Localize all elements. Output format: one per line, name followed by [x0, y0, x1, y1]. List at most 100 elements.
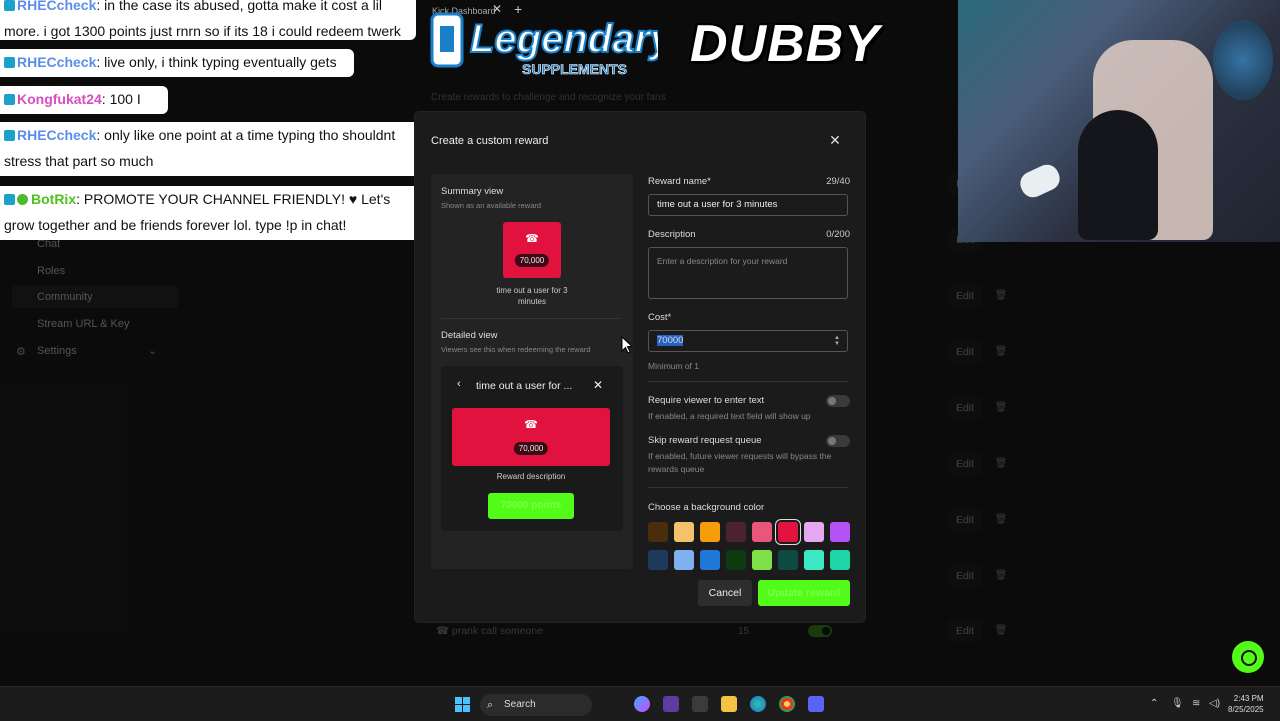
reward-cost-pill: 70,000 — [514, 254, 550, 267]
color-swatch[interactable] — [778, 550, 798, 570]
divider — [648, 381, 848, 382]
chat-username[interactable]: RHECcheck — [17, 54, 96, 70]
taskbar-search-label: Search — [504, 699, 536, 710]
chat-message: BotRix: PROMOTE YOUR CHANNEL FRIENDLY! ♥… — [0, 186, 430, 240]
cost-hint: Minimum of 1 — [648, 361, 700, 371]
chevron-up-icon[interactable]: ⌃ — [1150, 698, 1158, 709]
phone-icon: ☎ — [525, 233, 539, 245]
description-label: Description — [648, 229, 696, 240]
detailed-view-subtitle: Viewers see this when redeeming the rewa… — [441, 345, 591, 354]
color-swatch[interactable] — [804, 522, 824, 542]
taskbar: ⌕ Search ⌃ 🎙 ≋ ◁) 2:43 PM 8/25/2025 — [0, 686, 1280, 721]
chat-message: RHECcheck: live only, i think typing eve… — [0, 49, 354, 96]
color-swatch[interactable] — [726, 522, 746, 542]
clock-date: 8/25/2025 — [1228, 705, 1264, 714]
cost-label: Cost* — [648, 312, 672, 323]
color-swatch[interactable] — [700, 522, 720, 542]
subscriber-badge-icon — [4, 130, 15, 141]
reward-description-preview: Reward description — [496, 472, 566, 481]
reward-preview-panel: Summary view Shown as an available rewar… — [431, 174, 633, 569]
search-icon: ⌕ — [487, 699, 494, 711]
description-counter: 0/200 — [826, 229, 850, 240]
color-swatch[interactable] — [752, 550, 772, 570]
skip-queue-label: Skip reward request queue — [648, 435, 762, 446]
color-swatch[interactable] — [778, 522, 798, 542]
color-swatch[interactable] — [804, 550, 824, 570]
require-text-label: Require viewer to enter text — [648, 395, 765, 406]
color-swatch[interactable] — [648, 522, 668, 542]
subscriber-badge-icon — [4, 94, 15, 105]
windows-start-icon[interactable] — [455, 697, 470, 712]
wifi-icon[interactable]: ≋ — [1192, 698, 1200, 709]
chat-username[interactable]: RHECcheck — [17, 0, 96, 13]
support-chat-icon[interactable] — [1232, 641, 1264, 673]
color-swatch[interactable] — [674, 522, 694, 542]
verified-badge-icon — [17, 194, 28, 205]
detailed-preview: ‹ time out a user for ... ✕ ☎ 70,000 Rew… — [441, 366, 623, 531]
clock-time: 2:43 PM — [1233, 694, 1264, 703]
reward-name-counter: 29/40 — [826, 176, 850, 187]
background-color-label: Choose a background color — [648, 502, 765, 513]
color-swatch[interactable] — [830, 550, 850, 570]
color-swatch[interactable] — [726, 550, 746, 570]
reward-name-input[interactable]: time out a user for 3 minutes — [648, 194, 848, 216]
subscriber-badge-icon — [4, 57, 15, 68]
subscriber-badge-icon — [4, 0, 15, 11]
chat-message: RHECcheck: only like one point at a time… — [0, 122, 430, 176]
cost-input[interactable]: 70000 ▲ ▼ — [648, 330, 848, 352]
app-icon[interactable] — [692, 696, 708, 712]
webcam-feed — [958, 0, 1280, 242]
cost-value: 70000 — [657, 335, 684, 346]
cancel-button[interactable]: Cancel — [698, 580, 752, 606]
chat-username[interactable]: RHECcheck — [17, 127, 96, 143]
redeem-points-button: 70000 points — [488, 493, 574, 519]
color-swatch[interactable] — [674, 550, 694, 570]
description-textarea[interactable]: Enter a description for your reward — [648, 247, 848, 299]
summary-reward-card: ☎ 70,000 — [503, 222, 561, 278]
update-reward-button[interactable]: Update reward — [758, 580, 850, 606]
legendary-logo-text: Legendary — [470, 17, 658, 61]
summary-view-heading: Summary view — [441, 186, 504, 197]
copilot-icon[interactable] — [634, 696, 650, 712]
edge-icon[interactable] — [750, 696, 766, 712]
divider — [441, 318, 621, 319]
color-swatch[interactable] — [830, 522, 850, 542]
stepper-icon[interactable]: ▲ ▼ — [834, 335, 840, 347]
skip-queue-toggle[interactable] — [826, 435, 850, 447]
chrome-icon[interactable] — [779, 696, 795, 712]
teams-icon[interactable] — [663, 696, 679, 712]
lamp-glow — [1213, 20, 1273, 100]
skip-queue-hint: If enabled, future viewer requests will … — [648, 451, 832, 474]
dubby-logo: DUBBY — [690, 15, 880, 73]
chat-message: Kongfukat24: 100 I think — [0, 86, 168, 133]
taskbar-search[interactable]: ⌕ Search — [480, 694, 592, 716]
color-swatch[interactable] — [752, 522, 772, 542]
discord-icon[interactable] — [808, 696, 824, 712]
divider — [648, 487, 848, 488]
legendary-supplements-logo: Legendary SUPPLEMENTS — [430, 12, 658, 77]
color-swatch[interactable] — [700, 550, 720, 570]
detailed-reward-title: time out a user for ... — [476, 380, 573, 392]
phone-icon: ☎ — [524, 419, 538, 431]
require-text-toggle[interactable] — [826, 395, 850, 407]
close-icon: ✕ — [593, 378, 604, 392]
bot-badge-icon — [4, 194, 15, 205]
volume-icon[interactable]: ◁) — [1209, 698, 1220, 709]
streamer — [1078, 110, 1158, 240]
reward-cost-pill: 70,000 — [513, 442, 549, 455]
summary-reward-name: time out a user for 3 minutes — [496, 286, 568, 306]
modal-title: Create a custom reward — [431, 135, 549, 147]
file-explorer-icon[interactable] — [721, 696, 737, 712]
chevron-left-icon: ‹ — [457, 378, 461, 390]
reward-name-label: Reward name* — [648, 176, 711, 187]
chat-username[interactable]: BotRix — [31, 191, 76, 207]
chat-username[interactable]: Kongfukat24 — [17, 91, 102, 107]
microphone — [1016, 160, 1064, 202]
system-clock[interactable]: 2:43 PM 8/25/2025 — [1228, 693, 1264, 715]
require-text-hint: If enabled, a required text field will s… — [648, 411, 811, 421]
microphone-icon[interactable]: 🎙 — [1171, 698, 1184, 709]
mouse-cursor-icon — [621, 336, 633, 354]
color-swatch[interactable] — [648, 550, 668, 570]
summary-view-subtitle: Shown as an available reward — [441, 201, 542, 210]
close-icon[interactable]: ✕ — [827, 132, 843, 148]
